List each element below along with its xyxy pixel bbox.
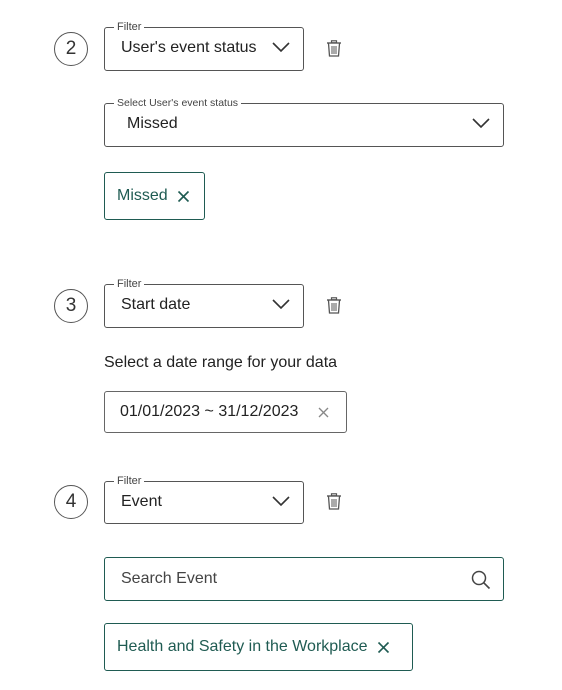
filter-value: Start date	[121, 296, 191, 313]
event-status-select[interactable]: Select User's event status Missed	[104, 97, 504, 147]
chip-label: Health and Safety in the Workplace	[117, 638, 368, 655]
filter-value: Event	[121, 493, 162, 510]
date-range-value: 01/01/2023 ~ 31/12/2023	[120, 403, 299, 420]
trash-icon[interactable]	[326, 40, 342, 57]
trash-icon[interactable]	[326, 493, 342, 510]
event-status-value: Missed	[127, 115, 178, 132]
step-number-3: 3	[54, 289, 88, 323]
chip-label: Missed	[117, 187, 168, 204]
selected-chip-event[interactable]: Health and Safety in the Workplace	[104, 623, 413, 671]
filter-legend: Filter	[114, 475, 145, 488]
step-number-2: 2	[54, 32, 88, 66]
close-icon[interactable]	[377, 641, 390, 654]
event-status-legend: Select User's event status	[114, 97, 242, 110]
trash-icon[interactable]	[326, 297, 342, 314]
step-number-4: 4	[54, 485, 88, 519]
filter-legend: Filter	[114, 21, 145, 34]
chevron-down-icon	[272, 496, 290, 507]
date-range-picker[interactable]: 01/01/2023 ~ 31/12/2023	[104, 391, 347, 433]
date-range-help-text: Select a date range for your data	[104, 354, 338, 371]
chevron-down-icon	[272, 299, 290, 310]
chevron-down-icon	[272, 42, 290, 53]
event-search-input[interactable]	[121, 567, 451, 591]
selected-chip-missed[interactable]: Missed	[104, 172, 205, 220]
close-icon[interactable]	[177, 190, 190, 203]
event-search-box	[104, 557, 504, 601]
filter-select-2[interactable]: Filter User's event status	[104, 21, 304, 71]
chevron-down-icon	[472, 118, 490, 129]
filter-value: User's event status	[121, 39, 257, 56]
search-icon[interactable]	[471, 570, 491, 590]
filter-select-4[interactable]: Filter Event	[104, 475, 304, 524]
filter-select-3[interactable]: Filter Start date	[104, 278, 304, 328]
filter-legend: Filter	[114, 278, 145, 291]
close-icon[interactable]	[318, 407, 329, 418]
